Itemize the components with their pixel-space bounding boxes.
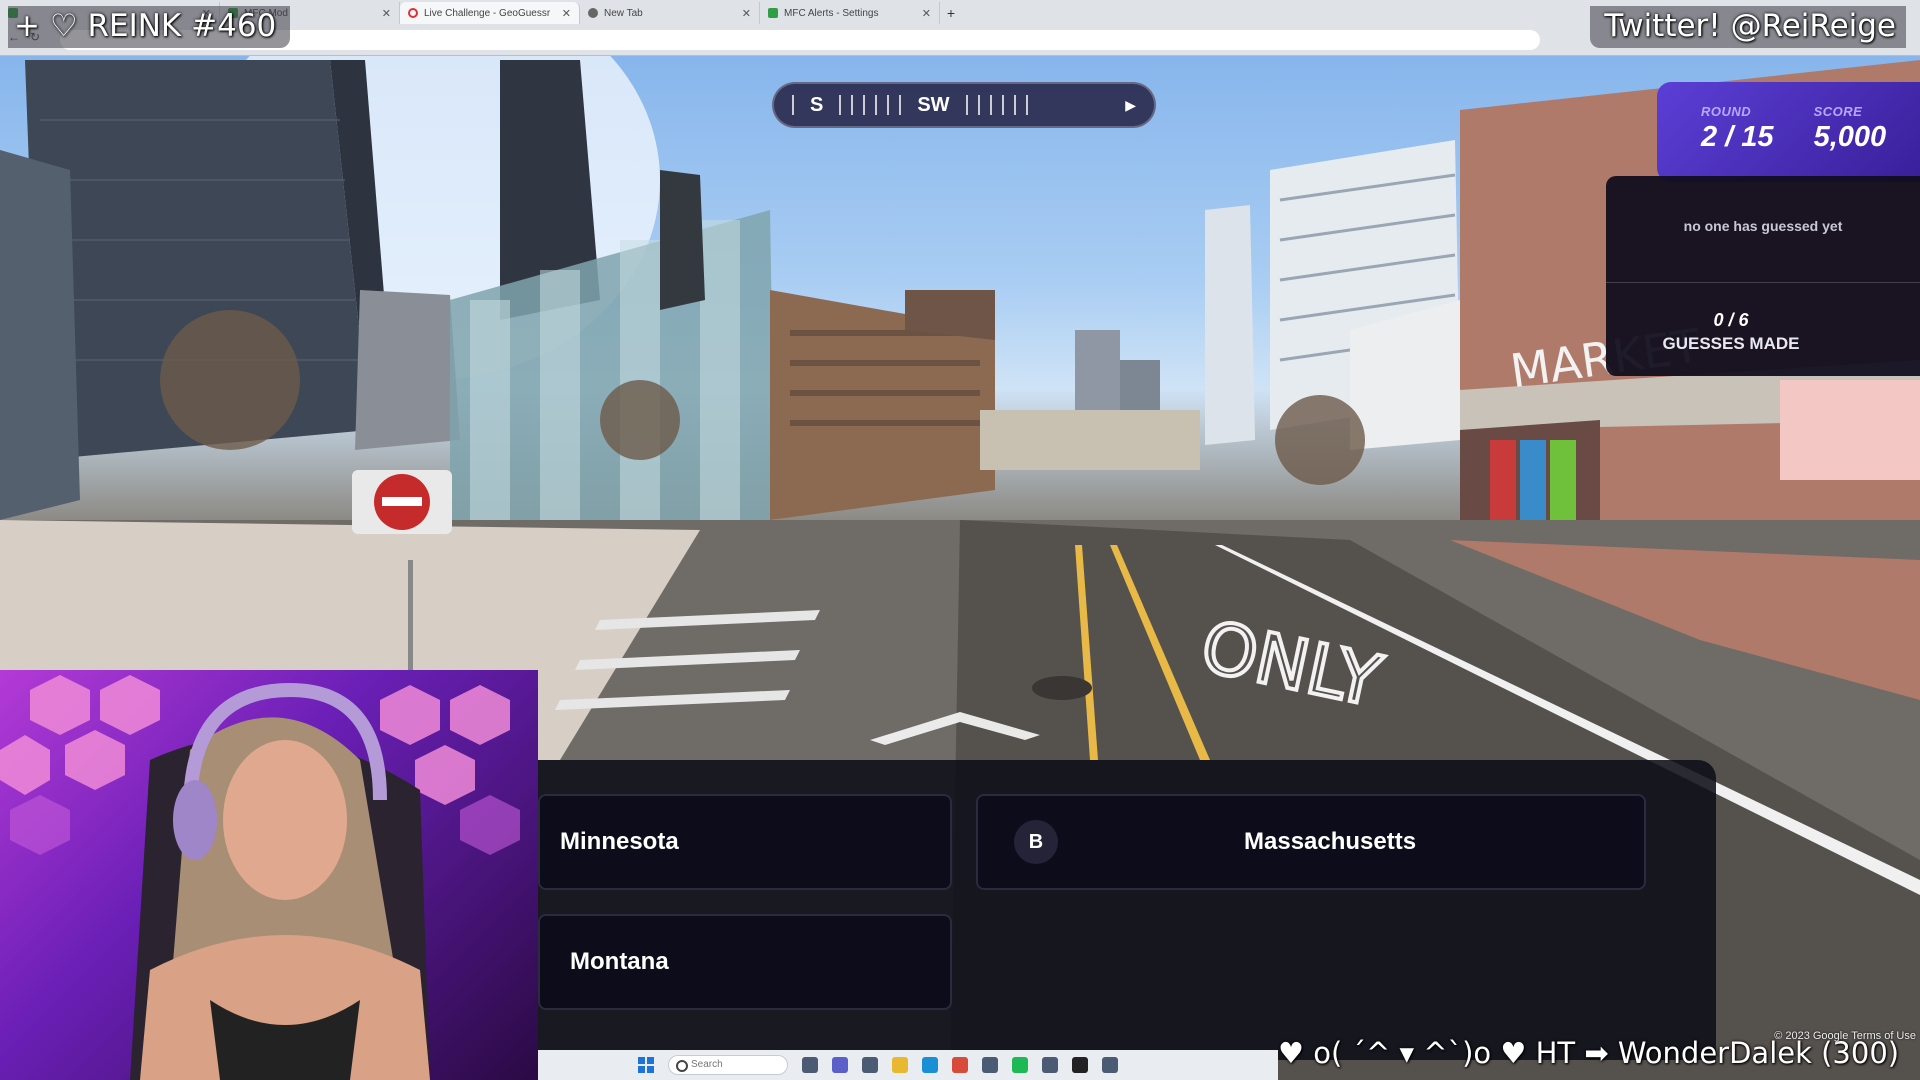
webcam-overlay	[0, 670, 538, 1080]
compass-bar: S SW ▶	[772, 82, 1156, 128]
option-label: Montana	[570, 948, 669, 975]
answer-options-panel: Minnesota B Massachusetts Montana	[538, 760, 1716, 1060]
option-massachusetts[interactable]: B Massachusetts	[976, 794, 1646, 890]
compass-tick	[851, 95, 854, 115]
compass-tick	[1025, 95, 1028, 115]
compass-tick	[965, 95, 968, 115]
guesses-made-label: GUESSES MADE	[1662, 334, 1800, 353]
option-label: Minnesota	[560, 828, 679, 855]
divider	[1606, 282, 1920, 283]
chat-icon[interactable]	[832, 1057, 848, 1073]
app-icon[interactable]	[1102, 1057, 1118, 1073]
terminal-icon[interactable]	[1072, 1057, 1088, 1073]
compass-tick	[839, 95, 842, 115]
tab-favicon-icon	[768, 8, 778, 18]
compass-tick	[875, 95, 878, 115]
compass-arrow-icon: ▶	[1125, 96, 1136, 113]
geoguessr-favicon-icon	[408, 8, 418, 18]
compass-tick	[1001, 95, 1004, 115]
map-copyright[interactable]: © 2023 Google Terms of Use	[1774, 1030, 1916, 1042]
tab-new-tab[interactable]: New Tab ✕	[580, 2, 760, 24]
app-icon[interactable]	[1042, 1057, 1058, 1073]
task-view-icon[interactable]	[802, 1057, 818, 1073]
windows-start-icon[interactable]	[638, 1057, 654, 1073]
score-label: SCORE	[1813, 104, 1863, 119]
folder-icon[interactable]	[892, 1057, 908, 1073]
score-value: 5,000	[1813, 121, 1887, 153]
compass-tick	[899, 95, 902, 115]
spotify-icon[interactable]	[1012, 1057, 1028, 1073]
round-stat: ROUND 2 / 15	[1701, 104, 1774, 182]
tab-close-icon[interactable]: ✕	[382, 7, 391, 20]
option-montana[interactable]: Montana	[538, 914, 952, 1010]
compass-direction-sw: SW	[917, 93, 950, 116]
new-tab-favicon-icon	[588, 8, 598, 18]
option-minnesota[interactable]: Minnesota	[538, 794, 952, 890]
twitter-handle-label: Twitter! @ReiReige	[1590, 6, 1906, 48]
new-tab-button[interactable]: +	[940, 2, 962, 24]
option-letter-badge: B	[1014, 820, 1058, 864]
settings-icon[interactable]	[862, 1057, 878, 1073]
tab-close-icon[interactable]: ✕	[742, 7, 751, 20]
tab-close-icon[interactable]: ✕	[562, 7, 571, 20]
compass-direction-s: S	[810, 93, 824, 116]
chrome-icon[interactable]	[952, 1057, 968, 1073]
compass-tick	[977, 95, 980, 115]
tab-close-icon[interactable]: ✕	[922, 7, 931, 20]
compass-tick	[887, 95, 890, 115]
compass-tick	[863, 95, 866, 115]
round-score-panel: ROUND 2 / 15 SCORE 5,000	[1657, 82, 1920, 182]
option-label: Massachusetts	[1244, 828, 1417, 855]
taskbar-search[interactable]: Search	[668, 1055, 788, 1075]
compass-tick	[792, 95, 794, 115]
guess-count: 0 / 6	[1713, 310, 1749, 330]
webcam-feed-graphic	[0, 675, 520, 1080]
compass-tick	[989, 95, 992, 115]
no-guesses-text: no one has guessed yet	[1683, 218, 1843, 234]
compass-tick	[1013, 95, 1016, 115]
edge-icon[interactable]	[922, 1057, 938, 1073]
round-value: 2 / 15	[1701, 121, 1774, 153]
round-label: ROUND	[1701, 104, 1752, 119]
stream-brand-label: + ♡ REINK #460	[8, 6, 291, 48]
tab-geoguessr[interactable]: Live Challenge - GeoGuessr ✕	[400, 2, 580, 24]
guesses-panel: no one has guessed yet 0 / 6 GUESSES MAD…	[1606, 176, 1920, 376]
score-stat: SCORE 5,000	[1814, 104, 1887, 182]
tab-mfc-alerts[interactable]: MFC Alerts - Settings ✕	[760, 2, 940, 24]
app-icon[interactable]	[982, 1057, 998, 1073]
windows-taskbar: Search	[538, 1050, 1278, 1080]
